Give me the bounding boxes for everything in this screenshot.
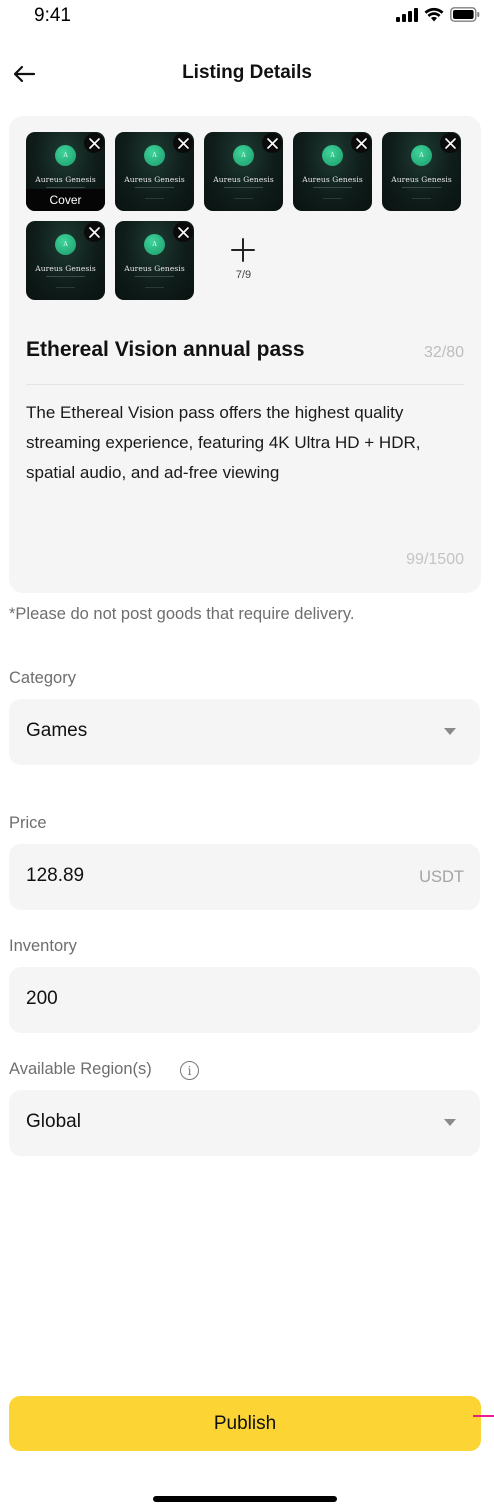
category-label: Category xyxy=(9,669,76,687)
remove-photo-button[interactable] xyxy=(351,133,371,153)
photo-thumbnail[interactable]: A Aureus Genesis xyxy=(204,132,283,211)
thumbnail-brand-text: Aureus Genesis xyxy=(124,264,185,273)
home-indicator xyxy=(153,1496,337,1502)
price-value: 128.89 xyxy=(26,865,85,886)
brand-logo-icon: A xyxy=(411,145,432,166)
thumbnail-brand-text: Aureus Genesis xyxy=(124,175,185,184)
thumbnail-brand-text: Aureus Genesis xyxy=(35,264,96,273)
photo-thumbnail[interactable]: A Aureus Genesis xyxy=(26,221,105,300)
close-icon xyxy=(88,137,100,149)
listing-title-input[interactable]: Ethereal Vision annual pass xyxy=(26,338,305,362)
photo-thumbnail[interactable]: A Aureus Genesis xyxy=(293,132,372,211)
remove-photo-button[interactable] xyxy=(84,222,104,242)
thumbnail-rule xyxy=(412,198,431,199)
thumbnail-brand-text: Aureus Genesis xyxy=(302,175,363,184)
region-value: Global xyxy=(26,1111,81,1132)
price-label: Price xyxy=(9,814,47,832)
add-photo-button[interactable]: 7/9 xyxy=(204,221,283,300)
remove-photo-button[interactable] xyxy=(262,133,282,153)
brand-logo-icon: A xyxy=(144,145,165,166)
thumbnail-rule xyxy=(323,198,342,199)
publish-button[interactable]: Publish xyxy=(9,1396,481,1451)
remove-photo-button[interactable] xyxy=(84,133,104,153)
page-title: Listing Details xyxy=(182,62,312,83)
description-char-count: 99/1500 xyxy=(406,551,464,568)
cellular-signal-icon xyxy=(396,7,418,22)
cover-badge: Cover xyxy=(26,189,105,211)
inventory-input[interactable]: 200 xyxy=(9,967,480,1033)
close-icon xyxy=(444,137,456,149)
thumbnail-rule xyxy=(135,276,174,277)
close-icon xyxy=(177,226,189,238)
brand-logo-icon: A xyxy=(55,145,76,166)
thumbnail-brand-text: Aureus Genesis xyxy=(35,175,96,184)
brand-logo-icon: A xyxy=(144,234,165,255)
photo-thumbnail[interactable]: A Aureus Genesis xyxy=(115,132,194,211)
status-time: 9:41 xyxy=(34,5,71,26)
category-select[interactable]: Games xyxy=(9,699,480,765)
thumbnail-rule xyxy=(56,287,75,288)
photo-thumbnail[interactable]: A Aureus Genesis xyxy=(382,132,461,211)
thumbnail-rule xyxy=(234,198,253,199)
thumbnail-rule xyxy=(224,187,263,188)
delivery-notice: *Please do not post goods that require d… xyxy=(9,605,355,623)
edge-marker xyxy=(473,1415,494,1417)
inventory-label: Inventory xyxy=(9,937,77,955)
plus-icon xyxy=(231,238,255,262)
status-bar: 9:41 xyxy=(0,0,494,34)
region-label: Available Region(s) xyxy=(9,1060,152,1078)
info-icon[interactable]: i xyxy=(180,1061,199,1080)
photo-thumbnail[interactable]: A Aureus Genesis Cover xyxy=(26,132,105,211)
listing-description-input[interactable]: The Ethereal Vision pass offers the high… xyxy=(26,398,470,488)
status-icons xyxy=(396,7,480,22)
thumbnail-rule xyxy=(135,187,174,188)
wifi-icon xyxy=(424,7,444,22)
region-select[interactable]: Global xyxy=(9,1090,480,1156)
divider xyxy=(26,384,464,385)
inventory-value: 200 xyxy=(26,988,58,1009)
brand-logo-icon: A xyxy=(55,234,76,255)
brand-logo-icon: A xyxy=(322,145,343,166)
thumbnail-brand-text: Aureus Genesis xyxy=(391,175,452,184)
close-icon xyxy=(88,226,100,238)
thumbnail-rule xyxy=(145,287,164,288)
dropdown-arrow-icon xyxy=(444,728,456,735)
price-input[interactable]: 128.89 USDT xyxy=(9,844,480,910)
photo-count: 7/9 xyxy=(235,269,252,281)
remove-photo-button[interactable] xyxy=(173,222,193,242)
remove-photo-button[interactable] xyxy=(173,133,193,153)
thumbnail-rule xyxy=(46,187,85,188)
remove-photo-button[interactable] xyxy=(440,133,460,153)
thumbnail-rule xyxy=(313,187,352,188)
photo-thumbnail[interactable]: A Aureus Genesis xyxy=(115,221,194,300)
close-icon xyxy=(177,137,189,149)
category-value: Games xyxy=(26,720,88,741)
brand-logo-icon: A xyxy=(233,145,254,166)
thumbnail-rule xyxy=(46,276,85,277)
thumbnail-rule xyxy=(145,198,164,199)
price-currency: USDT xyxy=(419,868,464,886)
thumbnail-rule xyxy=(402,187,441,188)
nav-bar: Listing Details xyxy=(0,50,494,98)
close-icon xyxy=(266,137,278,149)
battery-icon xyxy=(450,7,480,22)
dropdown-arrow-icon xyxy=(444,1119,456,1126)
thumbnail-brand-text: Aureus Genesis xyxy=(213,175,274,184)
close-icon xyxy=(355,137,367,149)
title-char-count: 32/80 xyxy=(423,344,464,361)
